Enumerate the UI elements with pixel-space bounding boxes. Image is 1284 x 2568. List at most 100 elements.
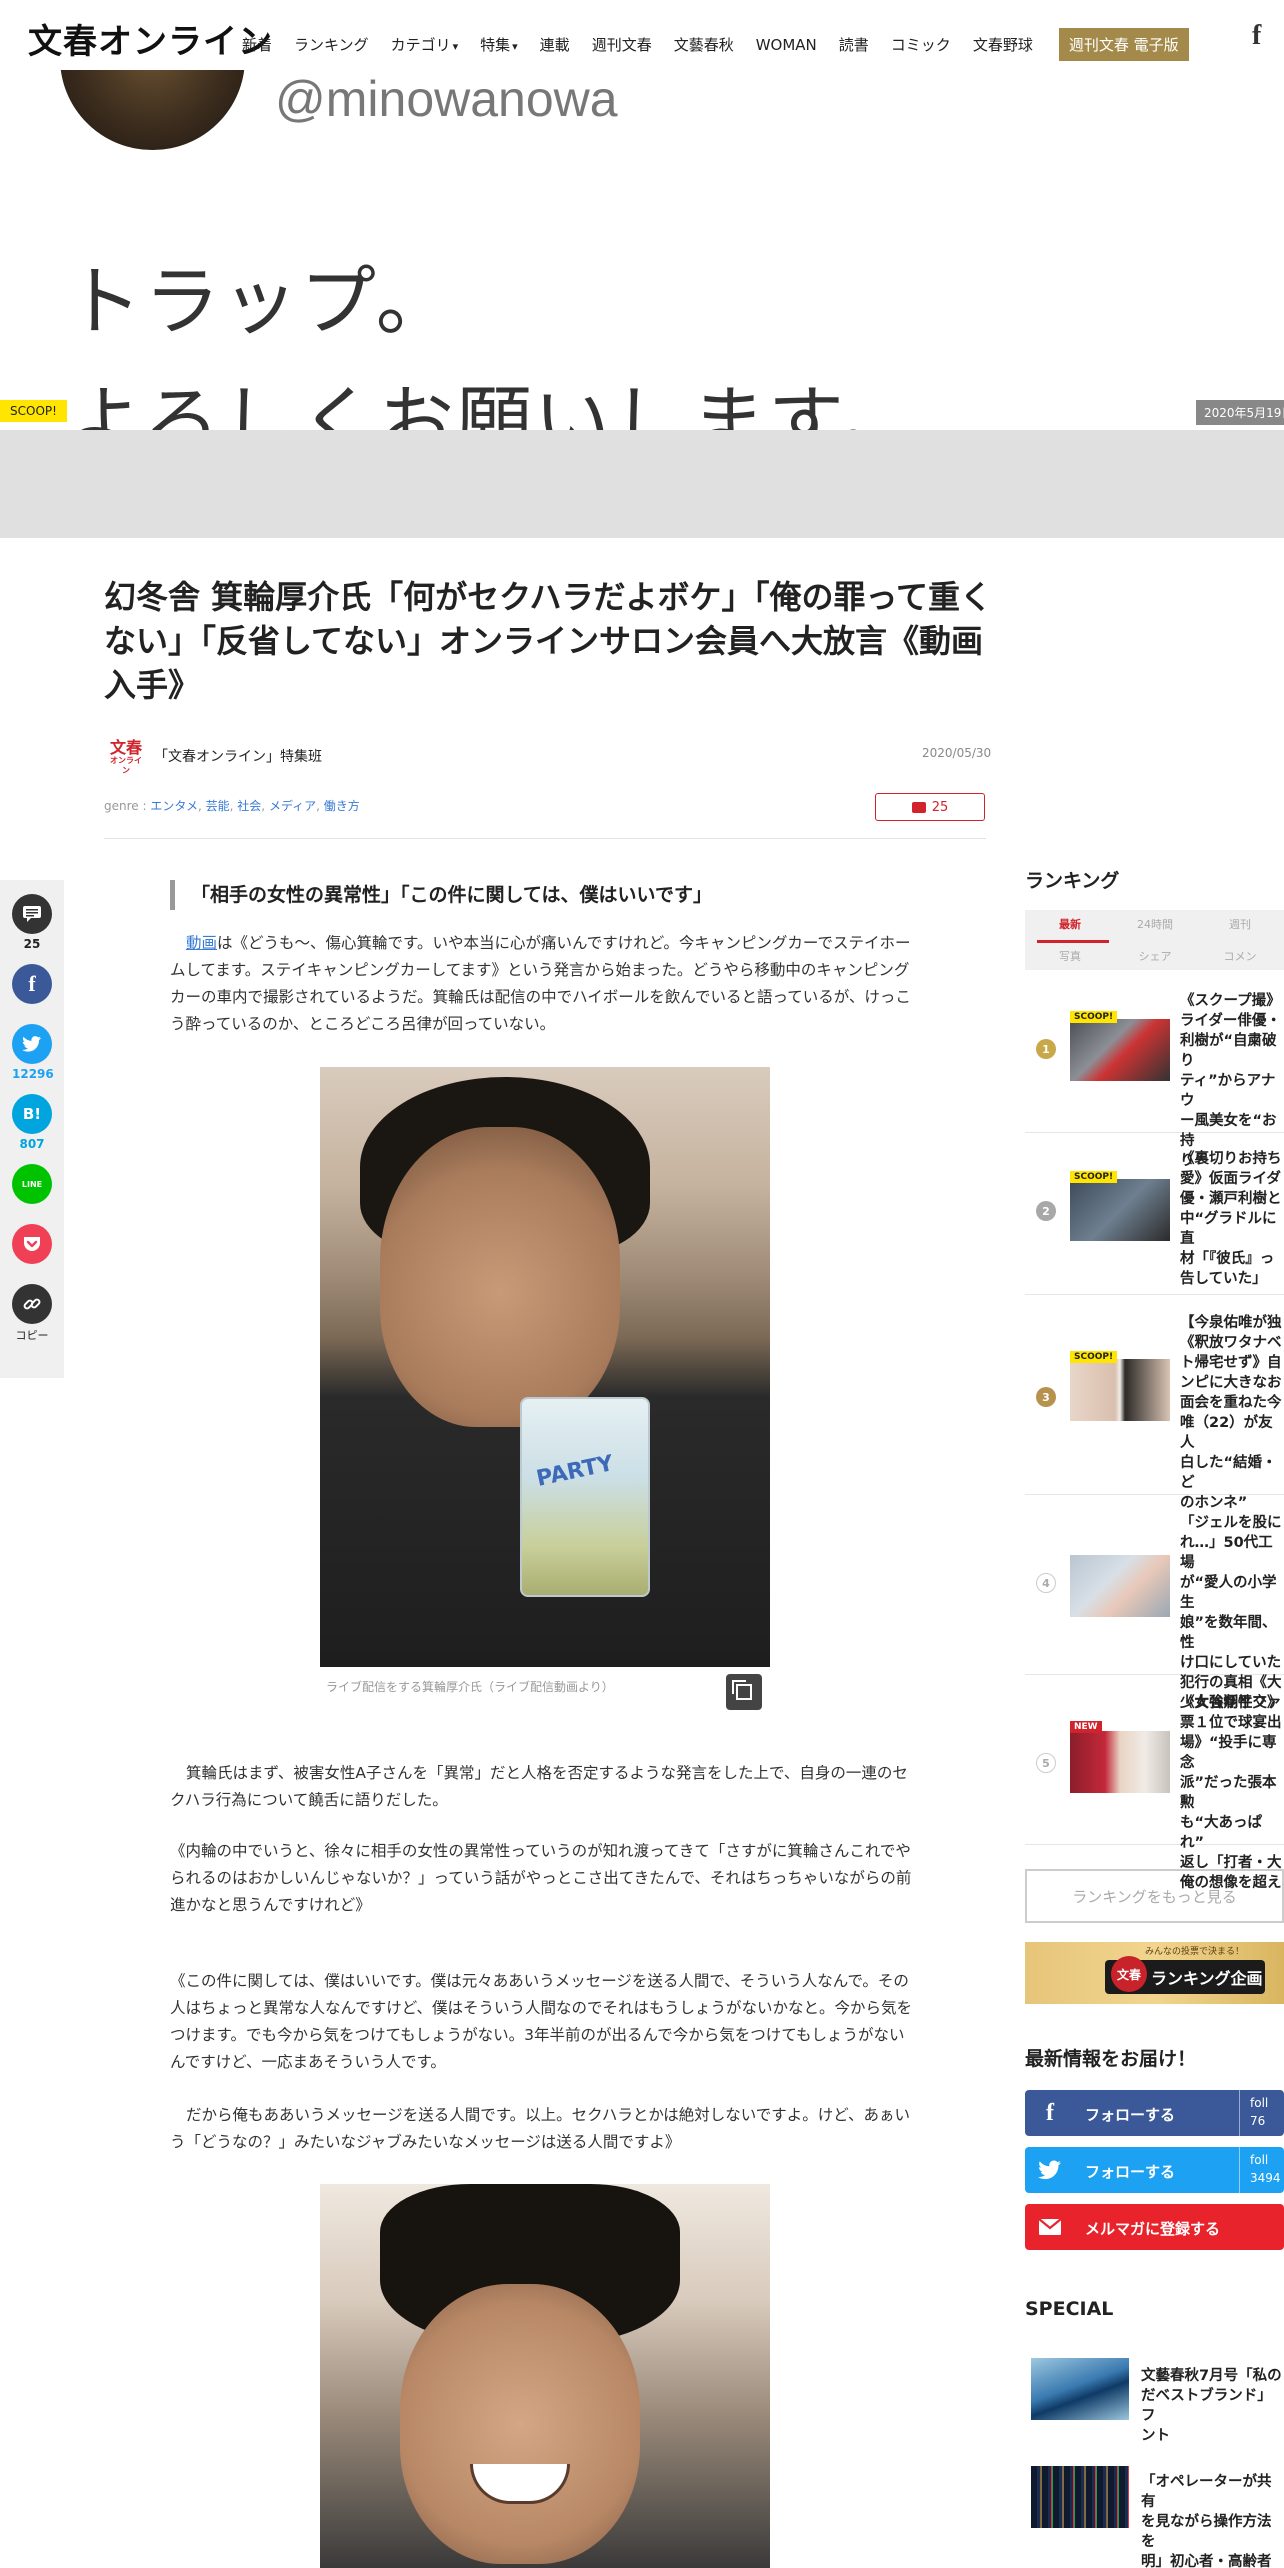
- paragraph-4: 《この件に関しては、僕はいいです。僕は元々ああいうメッセージを送る人間で、そうい…: [170, 1972, 912, 2071]
- more-ranking-button[interactable]: ランキングをもっと見る: [1025, 1869, 1284, 1923]
- twitter-follow-count: foll 3494: [1239, 2147, 1284, 2193]
- genre-link[interactable]: メディア: [269, 799, 316, 813]
- photo-caption: ライブ配信をする箕輪厚介氏（ライブ配信動画より）: [326, 1680, 614, 1694]
- nav-new[interactable]: 新着: [242, 34, 272, 55]
- comment-icon: [12, 894, 52, 934]
- nav-ranking[interactable]: ランキング: [294, 34, 369, 55]
- ranking-title: 《大谷翔平ファ 票１位で球宴出 場》“投手に専念 派”だった張本勲 も“大あっぱ…: [1180, 1695, 1282, 1891]
- ranking-item[interactable]: 4 「ジェルを股に れ…」50代工場 が“愛人の小学生 娘”を数年間、性 け口に…: [1025, 1495, 1284, 1711]
- nav-books[interactable]: 読書: [839, 34, 869, 55]
- facebook-icon: f: [1046, 2100, 1054, 2126]
- share-copy[interactable]: コピー: [12, 1284, 52, 1343]
- ad-placeholder: [0, 430, 1284, 538]
- twitter-icon: [12, 1024, 52, 1064]
- expand-icon[interactable]: [726, 1674, 762, 1710]
- special-heading: SPECIAL: [1025, 2298, 1114, 2320]
- hero-text-line-2: よろしくお願いします。: [66, 377, 917, 430]
- ranking-campaign-banner[interactable]: みんなの投票で決まる！ 文春 ランキング企画: [1025, 1942, 1284, 2004]
- banner-logo: 文春: [1111, 1956, 1147, 1992]
- paragraph-5: だから俺もああいうメッセージを送る人間です。以上。セクハラとかは絶対しないですよ…: [170, 2106, 911, 2151]
- ranking-thumbnail: [1070, 1731, 1170, 1793]
- ranking-item[interactable]: 1 SCOOP! 《スクープ撮》 ライダー俳優・ 利樹が“自粛破り ティ”からア…: [1025, 985, 1284, 1169]
- nav-woman[interactable]: WOMAN: [756, 36, 817, 54]
- site-logo[interactable]: 文春オンライン: [28, 14, 273, 63]
- hero-date: 2020年5月19日: [1196, 400, 1284, 425]
- ranking-title: 【今泉佑唯が独 《釈放ワタナベ ト帰宅せず》自 ンピに大きなお 面会を重ねた今 …: [1180, 1315, 1282, 1511]
- tab-weekly[interactable]: 週刊: [1195, 916, 1284, 932]
- nav-bungeishunju[interactable]: 文藝春秋: [674, 34, 734, 55]
- twitter-follow-label: フォローする: [1085, 2163, 1176, 2181]
- share-pocket[interactable]: [12, 1224, 52, 1264]
- newsletter-label: メルマガに登録する: [1085, 2220, 1221, 2238]
- ranking-thumbnail: [1070, 1179, 1170, 1241]
- tab-24h[interactable]: 24時間: [1110, 916, 1200, 932]
- share-comment[interactable]: 25: [12, 894, 52, 951]
- nav-feature-label: 特集: [480, 36, 511, 54]
- share-line[interactable]: LINE: [12, 1164, 52, 1204]
- photo-face: [400, 2284, 640, 2564]
- scoop-badge: SCOOP!: [1070, 1171, 1118, 1183]
- nav-comic[interactable]: コミック: [891, 34, 951, 55]
- ranking-heading: ランキング: [1025, 870, 1120, 892]
- ranking-item[interactable]: 5 NEW 《大谷翔平ファ 票１位で球宴出 場》“投手に専念 派”だった張本勲 …: [1025, 1675, 1284, 1891]
- ranking-thumbnail: [1070, 1019, 1170, 1081]
- gallery-icon: [732, 1680, 752, 1700]
- genre-link[interactable]: エンタメ: [150, 799, 198, 813]
- share-twitter[interactable]: 12296: [12, 1024, 54, 1081]
- special-title: 「オペレーターが共有 を見ながら操作方法を 明」初心者・高齢者も の「外貨保有の…: [1141, 2474, 1272, 2568]
- divider: [104, 838, 986, 839]
- paragraph-1-text: は《どうも～、傷心箕輪です。いや本当に心が痛いんですけれど。今キャンピングカーで…: [170, 934, 911, 1033]
- facebook-follow-button[interactable]: f フォローする foll 76: [1025, 2090, 1284, 2136]
- special-thumbnail: [1031, 2358, 1129, 2420]
- chevron-down-icon: ▾: [452, 40, 459, 53]
- article-title: 幻冬舎 箕輪厚介氏「何がセクハラだよボケ」「俺の罪って重くない」「反省してない」…: [104, 578, 992, 704]
- cup-label: PARTY: [534, 1451, 616, 1492]
- article-photo-2[interactable]: [320, 2184, 770, 2568]
- comment-button[interactable]: 25: [875, 793, 985, 821]
- facebook-follow-label: フォローする: [1085, 2106, 1176, 2124]
- tab-latest[interactable]: 最新: [1025, 916, 1115, 932]
- special-item[interactable]: 文藝春秋7月号「私の だベストブランド」フ ント: [1025, 2358, 1284, 2444]
- article-photo-1[interactable]: PARTY: [320, 1067, 770, 1667]
- comment-count: 25: [931, 799, 949, 815]
- tab-share[interactable]: シェア: [1110, 948, 1200, 964]
- link-icon: [12, 1284, 52, 1324]
- newsletter-button[interactable]: メルマガに登録する: [1025, 2204, 1284, 2250]
- share-comment-count: 25: [23, 937, 41, 951]
- genre-link[interactable]: 働き方: [324, 799, 360, 813]
- tab-comment[interactable]: コメン: [1195, 948, 1284, 964]
- share-bar: 25 f 12296 B! 807 LINE コピー: [0, 880, 64, 1378]
- tab-photo[interactable]: 写真: [1025, 948, 1115, 964]
- nav-feature[interactable]: 特集 ▾: [480, 34, 518, 55]
- hero-handle: @minowanowa: [275, 71, 618, 127]
- author-logo-sub: オンライン: [110, 755, 142, 775]
- nav-category[interactable]: カテゴリ ▾: [391, 34, 459, 55]
- ranking-item[interactable]: 3 SCOOP! 【今泉佑唯が独 《釈放ワタナベ ト帰宅せず》自 ンピに大きなお…: [1025, 1295, 1284, 1511]
- twitter-follow-button[interactable]: フォローする foll 3494: [1025, 2147, 1284, 2193]
- news-heading: 最新情報をお届け！: [1025, 2048, 1197, 2070]
- genre-link[interactable]: 社会: [237, 799, 261, 813]
- hero-text-line-1: トラップ。: [66, 257, 454, 346]
- paragraph-2: 箕輪氏はまず、被害女性A子さんを「異常」だと人格を否定するような発言をした上で、…: [170, 1764, 908, 1809]
- share-copy-label: コピー: [15, 1329, 49, 1342]
- genre-link[interactable]: 芸能: [206, 799, 230, 813]
- special-item[interactable]: 「オペレーターが共有 を見ながら操作方法を 明」初心者・高齢者も の「外貨保有の…: [1025, 2466, 1284, 2568]
- ranking-item[interactable]: 2 SCOOP! 《裏切りお持ち 愛》仮面ライダ 優・瀬戸利樹と 中“グラドルに…: [1025, 1133, 1284, 1295]
- article-date: 2020/05/30: [922, 746, 992, 760]
- author-name[interactable]: 「文春オンライン」特集班: [154, 746, 322, 766]
- pocket-icon: [12, 1224, 52, 1264]
- nav-serial[interactable]: 連載: [540, 34, 570, 55]
- video-link[interactable]: 動画: [186, 934, 217, 952]
- new-badge: NEW: [1070, 1721, 1102, 1733]
- share-hatena[interactable]: B! 807: [12, 1094, 52, 1151]
- nav-baseball[interactable]: 文春野球: [973, 34, 1033, 55]
- share-hatena-count: 807: [19, 1137, 45, 1151]
- comment-icon: [911, 801, 926, 813]
- mail-icon: [1035, 2212, 1065, 2242]
- hero-avatar: [60, 70, 245, 150]
- nav-shukan-bunshun[interactable]: 週刊文春: [592, 34, 652, 55]
- share-facebook[interactable]: f: [12, 964, 52, 1004]
- ranking-thumbnail: [1070, 1359, 1170, 1421]
- digital-edition-button[interactable]: 週刊文春 電子版: [1058, 28, 1189, 61]
- facebook-icon[interactable]: f: [1252, 20, 1261, 52]
